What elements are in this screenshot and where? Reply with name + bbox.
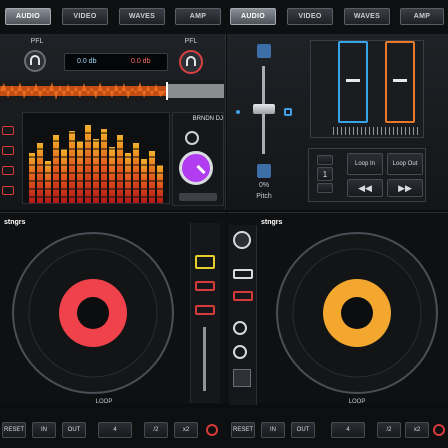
deck-left-label: LOOP <box>95 399 113 405</box>
spectrum-display <box>22 112 170 204</box>
gain-display: 0.0 db 0.0 db <box>64 53 168 71</box>
gain-right-value: 0.0 db <box>131 58 151 65</box>
pitch-thumb[interactable] <box>253 104 275 114</box>
bottom-double-left[interactable]: x2 <box>174 422 198 438</box>
eq-knob[interactable] <box>233 345 247 359</box>
fx-switch[interactable] <box>179 193 217 201</box>
fx-side-button[interactable] <box>2 146 14 155</box>
bottom-half-right[interactable]: /2 <box>377 422 401 438</box>
bottom-in-right[interactable]: IN <box>261 422 285 438</box>
bottom-4-left[interactable]: 4 <box>98 422 132 438</box>
sync-button[interactable] <box>195 305 215 315</box>
eq-knob[interactable] <box>233 321 247 335</box>
channel-fader-left[interactable] <box>338 41 368 123</box>
play-button-right[interactable] <box>233 291 253 301</box>
gain-left-value: 0.0 db <box>77 58 97 65</box>
right-deck-controls <box>229 225 257 405</box>
rewind-button[interactable]: ◀◀ <box>347 179 383 197</box>
tab-amp-left[interactable]: AMP <box>175 8 221 25</box>
bottom-double-right[interactable]: x2 <box>405 422 429 438</box>
cue-button[interactable] <box>195 255 215 269</box>
loop-out-button[interactable]: Loop Out <box>387 153 423 175</box>
left-deck: stngrs LOOP <box>0 212 226 405</box>
pfl-label-left: PFL <box>30 38 44 45</box>
play-button[interactable] <box>195 281 215 291</box>
fx-side-button[interactable] <box>2 186 14 195</box>
headphone-icon <box>30 55 40 65</box>
bottom-out-left[interactable]: OUT <box>62 422 86 438</box>
sync-icon[interactable] <box>236 110 240 114</box>
pitch-bend-strip[interactable] <box>190 223 220 403</box>
pitch-value: 0% <box>258 182 270 189</box>
tab-audio-right[interactable]: AUDIO <box>230 8 276 25</box>
channel-faders <box>310 40 424 138</box>
bottom-out-right[interactable]: OUT <box>291 422 315 438</box>
pfl-label-right: PFL <box>184 38 198 45</box>
bottom-reset-right[interactable]: RESET <box>231 422 255 438</box>
crossfader-scale[interactable] <box>333 127 419 135</box>
bottom-in-left[interactable]: IN <box>32 422 56 438</box>
pitch-up-button[interactable] <box>257 44 271 58</box>
tab-amp-right[interactable]: AMP <box>400 8 444 25</box>
bottom-bar-left: RESET IN OUT 4 /2 x2 <box>0 408 226 448</box>
channel-fader-right[interactable] <box>385 41 415 123</box>
loop-counter-up[interactable] <box>317 155 333 165</box>
deck-right-label: LOOP <box>348 399 366 405</box>
knob-pointer <box>196 164 206 175</box>
pitch-down-button[interactable] <box>257 164 271 178</box>
waveform-graphic <box>0 82 224 100</box>
right-platter[interactable] <box>267 225 445 397</box>
fader-knob <box>393 79 407 82</box>
right-deck: stngrs LOOP <box>227 212 448 405</box>
top-bar: AUDIO VIDEO WAVES AMP AUDIO VIDEO WAVES … <box>0 0 448 34</box>
pitch-label: Pitch <box>256 193 272 200</box>
pitch-slider[interactable] <box>250 40 278 192</box>
record-button-right[interactable] <box>433 424 445 436</box>
headphone-button[interactable] <box>233 369 251 387</box>
tab-video-right[interactable]: VIDEO <box>287 8 333 25</box>
fx-side-button[interactable] <box>2 166 14 175</box>
tab-audio-left[interactable]: AUDIO <box>5 8 51 25</box>
deck-knob[interactable] <box>233 231 251 249</box>
forward-button[interactable]: ▶▶ <box>387 179 423 197</box>
loop-counter-down[interactable] <box>317 183 333 193</box>
spectrum-graphic <box>23 125 169 203</box>
tab-waves-left[interactable]: WAVES <box>119 8 165 25</box>
cue-button-right[interactable] <box>233 269 253 279</box>
bottom-bar-right: RESET IN OUT 4 /2 x2 <box>227 408 448 448</box>
pfl-button-left[interactable] <box>24 50 46 72</box>
record-button-left[interactable] <box>206 424 218 436</box>
fx-knob-small[interactable] <box>185 131 199 145</box>
bottom-half-left[interactable]: /2 <box>144 422 168 438</box>
loop-counter: 1 <box>317 167 333 181</box>
bottom-4-right[interactable]: 4 <box>331 422 365 438</box>
deck-fader[interactable] <box>203 327 206 391</box>
pfl-button-right[interactable] <box>179 50 203 74</box>
fx-unit: BRNDN DJ <box>172 112 224 206</box>
tab-waves-right[interactable]: WAVES <box>344 8 390 25</box>
headphone-icon <box>186 56 196 66</box>
left-platter[interactable] <box>8 225 178 397</box>
tab-video-left[interactable]: VIDEO <box>62 8 108 25</box>
loop-controls: 1 Loop In Loop Out ◀◀ ▶▶ <box>308 148 426 202</box>
bottom-reset-left[interactable]: RESET <box>2 422 26 438</box>
loop-in-button[interactable]: Loop In <box>347 153 383 175</box>
fx-knob[interactable] <box>179 151 213 185</box>
lock-icon[interactable] <box>284 108 292 116</box>
fx-side-button[interactable] <box>2 126 14 135</box>
waveform[interactable] <box>0 80 224 102</box>
fader-knob <box>346 79 360 82</box>
fx-side-buttons <box>0 112 20 202</box>
fx-brand: BRNDN DJ <box>192 116 223 122</box>
